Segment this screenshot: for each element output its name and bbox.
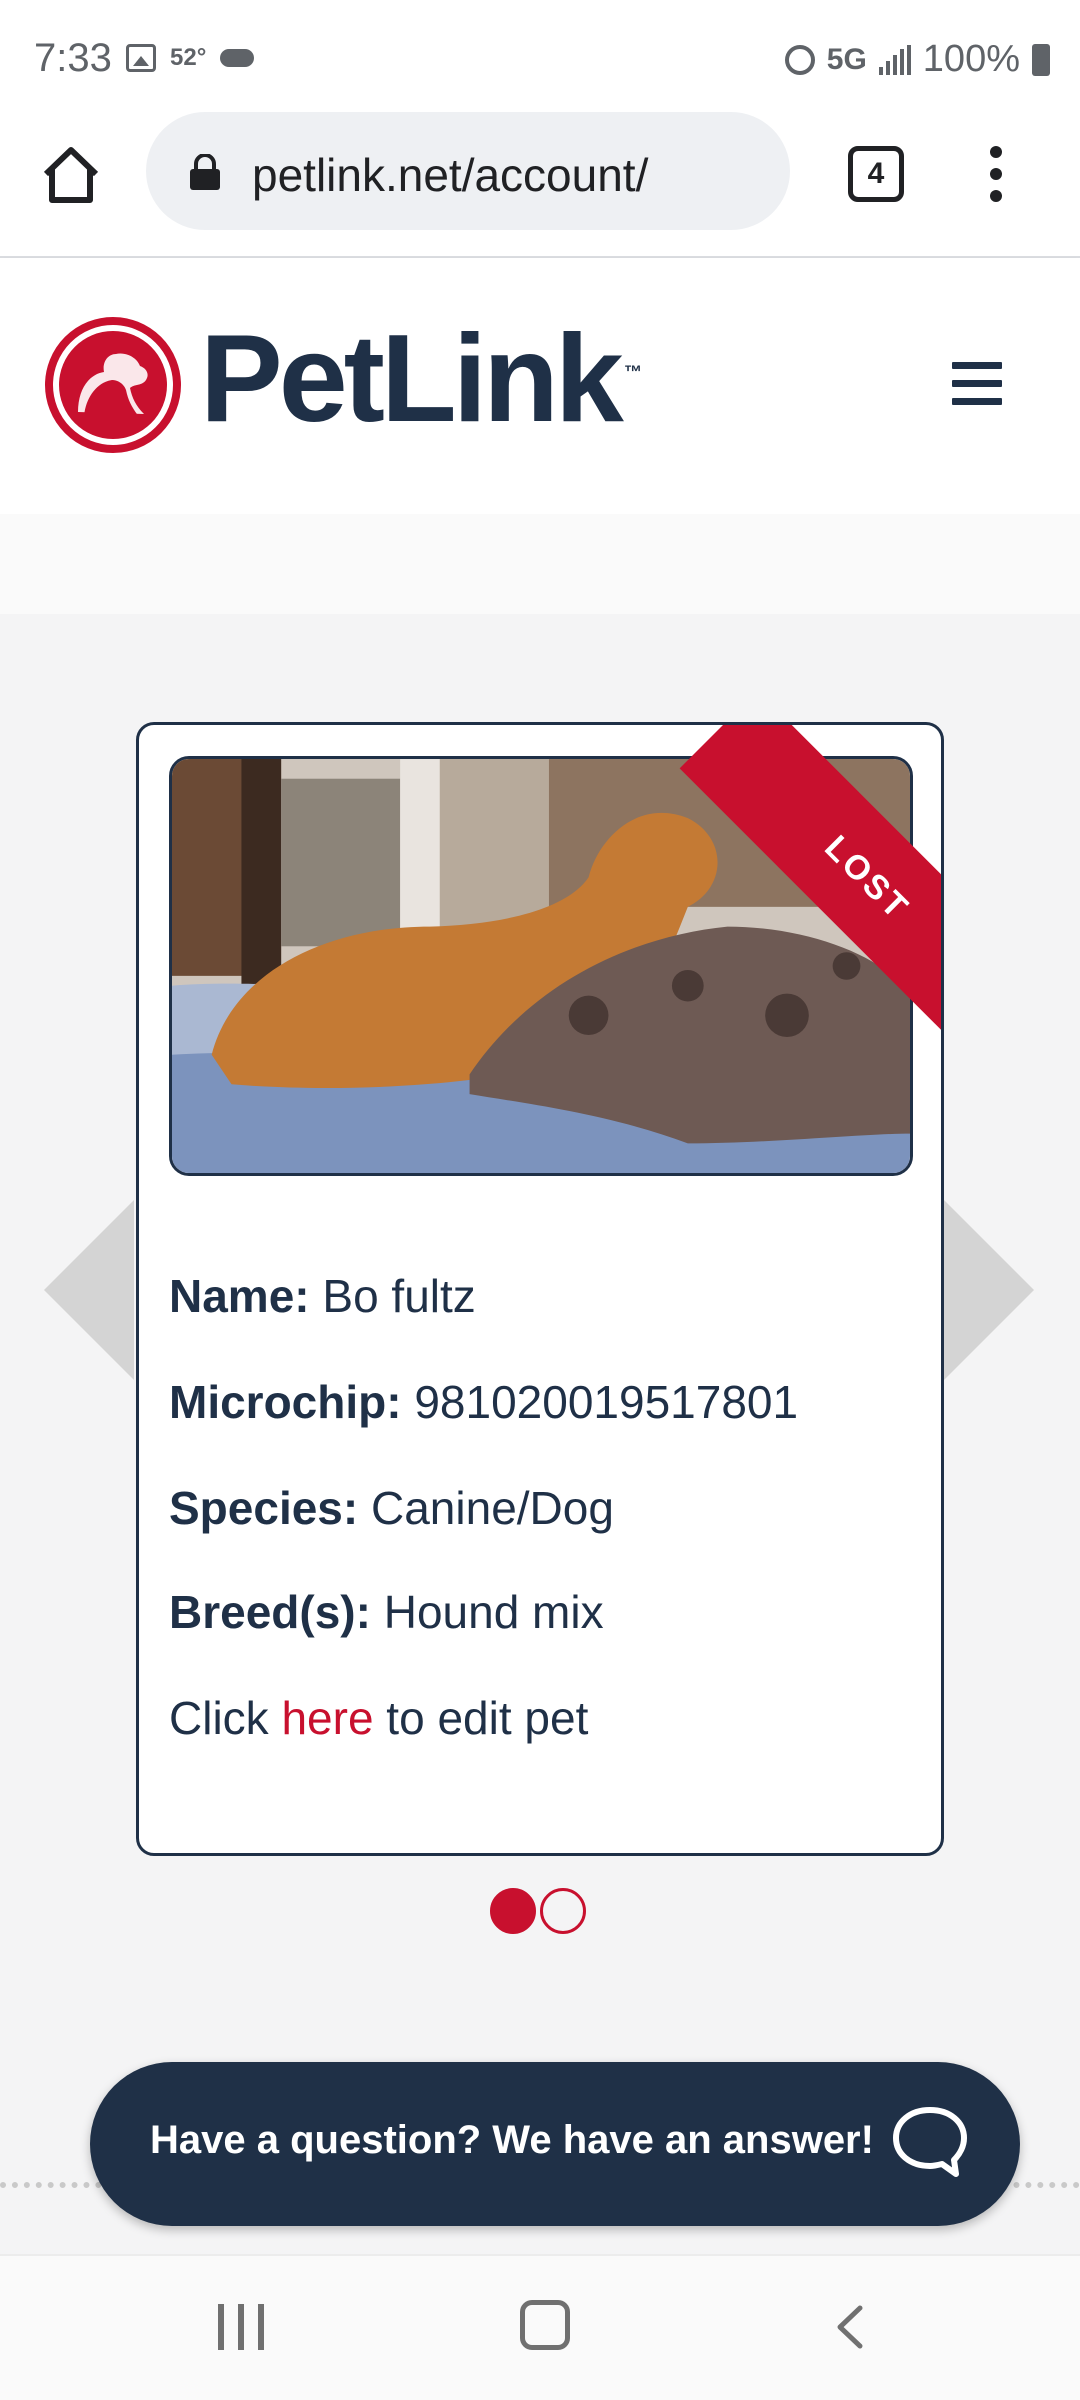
edit-pet-row: Click here to edit pet	[169, 1691, 588, 1745]
header-spacer	[0, 514, 1080, 614]
edit-pet-suffix: to edit pet	[373, 1692, 589, 1744]
carousel-dot-2[interactable]	[540, 1888, 586, 1934]
pet-name-row: Name: Bo fultz	[169, 1269, 476, 1323]
carousel-next-arrow-icon[interactable]	[944, 1200, 1034, 1380]
url-text: petlink.net/account/	[252, 149, 649, 201]
site-header: PetLink ™	[0, 258, 1080, 514]
carousel-dot-1[interactable]	[490, 1888, 536, 1934]
lock-icon	[190, 154, 220, 190]
cloud-icon	[220, 49, 255, 67]
tabs-icon[interactable]: 4	[848, 146, 904, 202]
pet-microchip-value: 981020019517801	[414, 1376, 799, 1428]
alarm-icon	[784, 44, 815, 75]
system-home-icon[interactable]	[520, 2300, 570, 2350]
pet-species-row: Species: Canine/Dog	[169, 1481, 614, 1535]
status-temperature: 52°	[170, 44, 207, 71]
browser-toolbar: petlink.net/account/ 4	[0, 110, 1080, 258]
logo-text[interactable]: PetLink	[200, 308, 624, 450]
address-bar[interactable]: petlink.net/account/	[146, 112, 790, 230]
system-navigation-bar	[0, 2254, 1080, 2400]
chat-bubble-icon	[893, 2107, 967, 2177]
hamburger-menu-icon[interactable]	[952, 362, 1002, 406]
status-battery-text: 100%	[922, 38, 1020, 80]
pet-species-label: Species:	[169, 1482, 359, 1534]
pet-species-value: Canine/Dog	[371, 1482, 614, 1534]
petlink-logo-icon[interactable]	[44, 316, 182, 454]
signal-icon	[878, 44, 911, 75]
pet-name-label: Name:	[169, 1270, 310, 1322]
pet-card: LOST Name: Bo fultz Microchip: 981020019…	[136, 722, 944, 1856]
status-network: 5G	[826, 42, 867, 76]
lost-status-label: LOST	[817, 827, 918, 928]
pet-name-value: Bo fultz	[322, 1270, 476, 1322]
carousel-indicators	[490, 1888, 586, 1934]
pet-breed-row: Breed(s): Hound mix	[169, 1585, 604, 1639]
status-bar: 7:33 52° 5G 100%	[0, 0, 1080, 110]
edit-pet-link[interactable]: here	[281, 1692, 373, 1744]
carousel-prev-arrow-icon[interactable]	[44, 1200, 134, 1380]
battery-icon	[1032, 43, 1050, 76]
logo-trademark: ™	[624, 362, 642, 382]
pet-breed-label: Breed(s):	[169, 1586, 371, 1638]
home-icon[interactable]	[40, 144, 102, 206]
edit-pet-prefix: Click	[169, 1692, 282, 1744]
status-right-icons: 5G 100%	[784, 38, 1050, 81]
status-time: 7:33	[34, 36, 112, 80]
image-icon	[126, 44, 156, 72]
recent-apps-icon[interactable]	[218, 2304, 268, 2350]
pet-microchip-row: Microchip: 981020019517801	[169, 1375, 798, 1429]
more-menu-icon[interactable]	[986, 146, 1006, 208]
chat-help-button[interactable]: Have a question? We have an answer!	[90, 2062, 1020, 2226]
pet-breed-value: Hound mix	[383, 1586, 604, 1638]
lost-ribbon: LOST	[621, 725, 941, 1055]
pet-microchip-label: Microchip:	[169, 1376, 402, 1428]
back-icon[interactable]	[830, 2304, 870, 2350]
status-left-icons: 52°	[126, 44, 255, 72]
chat-help-label: Have a question? We have an answer!	[150, 2118, 874, 2162]
